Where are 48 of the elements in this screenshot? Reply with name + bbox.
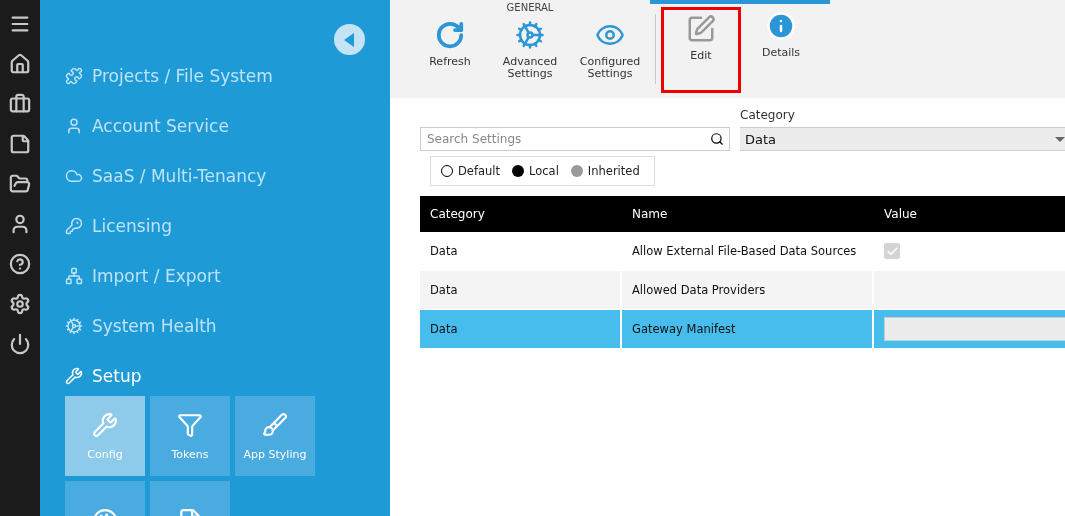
key-icon [65,217,83,235]
table-cell[interactable]: Allowed Data Providers [622,271,872,309]
left-triangle-icon [343,32,356,47]
legend-dot-icon [512,165,525,177]
wrench-icon [92,411,118,438]
legend-dot-icon [570,165,583,177]
gear-icon [65,317,83,335]
toolbar-button[interactable]: Advanced Settings [490,16,570,88]
legend-label: Inherited [587,164,640,178]
checkbox[interactable] [884,243,900,259]
info-icon [766,11,796,41]
toolbar-button[interactable]: Refresh [410,16,490,88]
settings-icon[interactable] [8,292,32,316]
note-icon[interactable] [8,132,32,156]
field-label: Category [740,108,796,122]
value-field[interactable] [884,317,1065,341]
legend-dot-icon [441,165,453,177]
table-cell[interactable]: Gateway Manifest [622,310,872,348]
table-cell[interactable] [874,271,1065,309]
user-icon [65,117,83,135]
help-icon[interactable] [8,252,32,276]
table-cell[interactable] [874,310,1065,348]
column-header: Category [429,207,486,221]
cloud-icon [65,167,83,185]
gears-icon [515,20,545,50]
refresh-icon [435,20,465,50]
toolbar-button[interactable]: Configured Settings [570,16,650,88]
toolbar-button[interactable]: Edit [661,7,741,93]
table-cell[interactable]: Data [420,271,620,309]
category-select[interactable]: Data [740,127,1065,151]
network-icon [65,267,83,285]
home-icon[interactable] [8,52,32,76]
table-cell[interactable]: Data [420,310,620,348]
wrench-icon [65,367,83,385]
edit-icon [686,14,716,44]
search-icon [710,132,724,146]
brush-icon [262,411,288,438]
column-header: Value [883,207,918,221]
caret-icon [1055,136,1065,142]
group-label: GENERAL [506,2,554,15]
filter-icon [177,411,203,438]
column-header: Name [631,207,669,221]
toolbar-button[interactable]: Details [741,7,821,79]
legend-label: Local [529,164,559,178]
power-icon[interactable] [8,332,32,356]
puzzle-icon [65,67,83,85]
search-field[interactable]: Search Settings [420,127,730,151]
legend-label: Default [458,164,501,178]
